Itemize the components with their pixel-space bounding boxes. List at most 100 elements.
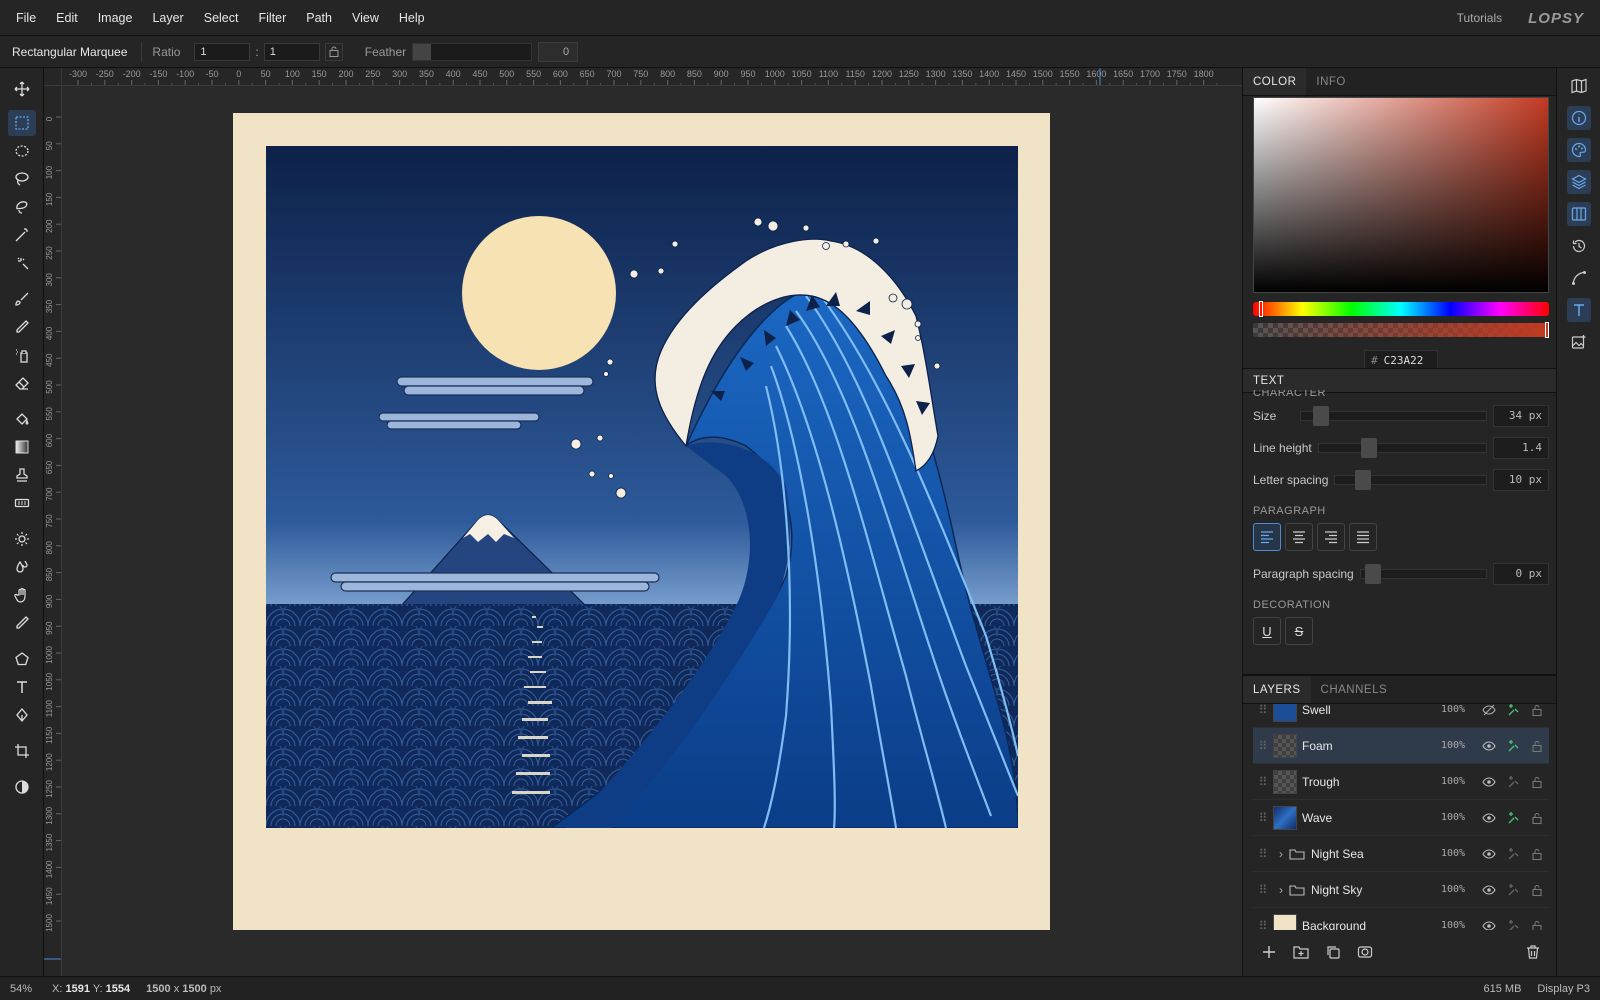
menu-edit[interactable]: Edit — [46, 0, 88, 36]
lock-toggle[interactable] — [1525, 704, 1549, 717]
brush-tool[interactable] — [8, 286, 36, 312]
feather-slider[interactable] — [412, 42, 533, 61]
underline-button[interactable]: U — [1253, 617, 1281, 645]
hex-color-input[interactable]: # C23A22 — [1364, 350, 1438, 370]
paragraph-spacing-slider-thumb[interactable] — [1364, 564, 1381, 584]
size-slider-thumb[interactable] — [1313, 406, 1330, 426]
menu-select[interactable]: Select — [194, 0, 249, 36]
canvas-viewport[interactable] — [62, 86, 1242, 976]
menu-image[interactable]: Image — [88, 0, 143, 36]
hue-slider-thumb[interactable] — [1259, 301, 1263, 317]
layer-row-wave[interactable]: ⠿ Wave 100% — [1253, 800, 1549, 836]
layer-opacity[interactable]: 100% — [1441, 920, 1477, 930]
tab-layers[interactable]: LAYERS — [1243, 676, 1311, 703]
lock-toggle[interactable] — [1525, 775, 1549, 789]
lock-toggle[interactable] — [1525, 919, 1549, 930]
feather-slider-thumb[interactable] — [413, 43, 432, 60]
effects-toggle[interactable] — [1501, 775, 1525, 789]
hand-tool[interactable] — [8, 582, 36, 608]
align-left-button[interactable] — [1253, 523, 1281, 551]
visibility-toggle[interactable] — [1477, 883, 1501, 897]
line-height-slider-thumb[interactable] — [1360, 438, 1377, 458]
eyedropper-tool[interactable] — [8, 610, 36, 636]
pen-tool[interactable] — [8, 702, 36, 728]
drag-handle-icon[interactable]: ⠿ — [1253, 739, 1273, 753]
size-slider[interactable] — [1300, 406, 1487, 426]
paths-panel-button[interactable] — [1567, 266, 1591, 290]
lock-toggle[interactable] — [1525, 883, 1549, 897]
layer-group-night-sea[interactable]: ⠿ › Night Sea 100% — [1253, 836, 1549, 872]
saturation-value-picker[interactable] — [1253, 97, 1549, 293]
layer-opacity[interactable]: 100% — [1441, 884, 1477, 895]
add-layer-button[interactable] — [1253, 938, 1285, 966]
letter-spacing-input[interactable]: 10 px — [1493, 469, 1549, 491]
navigator-panel-button[interactable] — [1567, 74, 1591, 98]
zoom-level[interactable]: 54% — [0, 983, 44, 995]
effects-toggle[interactable] — [1501, 919, 1525, 930]
layer-name[interactable]: Wave — [1302, 811, 1441, 825]
color-panel-button[interactable] — [1567, 138, 1591, 162]
alpha-slider[interactable] — [1253, 322, 1549, 338]
history-panel-button[interactable] — [1567, 234, 1591, 258]
letter-spacing-slider[interactable] — [1334, 470, 1487, 490]
menu-path[interactable]: Path — [296, 0, 342, 36]
effects-toggle[interactable] — [1501, 883, 1525, 897]
layer-row-foam[interactable]: ⠿ Foam 100% — [1253, 728, 1549, 764]
channels-panel-button[interactable] — [1567, 202, 1591, 226]
layer-row-background[interactable]: ⠿ Background 100% — [1253, 908, 1549, 930]
feather-value-input[interactable]: 0 — [538, 41, 579, 62]
menu-filter[interactable]: Filter — [248, 0, 296, 36]
layer-opacity[interactable]: 100% — [1441, 848, 1477, 859]
lock-toggle[interactable] — [1525, 739, 1549, 753]
ratio-lock-button[interactable] — [324, 42, 343, 61]
drag-handle-icon[interactable]: ⠿ — [1253, 847, 1273, 861]
hex-value[interactable]: C23A22 — [1384, 354, 1424, 367]
layer-opacity[interactable]: 100% — [1441, 704, 1477, 715]
lock-toggle[interactable] — [1525, 811, 1549, 825]
lock-toggle[interactable] — [1525, 847, 1549, 861]
paragraph-spacing-input[interactable]: 0 px — [1493, 563, 1549, 585]
tab-channels[interactable]: CHANNELS — [1311, 676, 1398, 703]
paragraph-spacing-slider[interactable] — [1359, 564, 1487, 584]
text-tool[interactable] — [8, 674, 36, 700]
layer-name[interactable]: Trough — [1302, 775, 1441, 789]
menu-help[interactable]: Help — [389, 0, 435, 36]
menu-view[interactable]: View — [342, 0, 389, 36]
move-tool[interactable] — [8, 76, 36, 102]
shape-tool[interactable] — [8, 646, 36, 672]
blur-tool[interactable] — [8, 554, 36, 580]
spray-tool[interactable] — [8, 342, 36, 368]
menu-layer[interactable]: Layer — [142, 0, 193, 36]
visibility-toggle[interactable] — [1477, 847, 1501, 861]
layers-panel-button[interactable] — [1567, 170, 1591, 194]
align-justify-button[interactable] — [1349, 523, 1377, 551]
patch-tool[interactable] — [8, 490, 36, 516]
drag-handle-icon[interactable]: ⠿ — [1253, 919, 1273, 931]
eraser-tool[interactable] — [8, 370, 36, 396]
polygonal-lasso-tool[interactable] — [8, 194, 36, 220]
effects-toggle[interactable] — [1501, 739, 1525, 753]
layer-row-swell[interactable]: ⠿ Swell 100% — [1253, 704, 1549, 728]
layer-opacity[interactable]: 100% — [1441, 776, 1477, 787]
drag-handle-icon[interactable]: ⠿ — [1253, 811, 1273, 825]
visibility-toggle[interactable] — [1477, 919, 1501, 930]
tutorials-link[interactable]: Tutorials — [1457, 11, 1503, 25]
effects-toggle[interactable] — [1501, 811, 1525, 825]
layer-name[interactable]: Swell — [1302, 704, 1441, 717]
strikethrough-button[interactable]: S — [1285, 617, 1313, 645]
lasso-tool[interactable] — [8, 166, 36, 192]
layer-opacity[interactable]: 100% — [1441, 812, 1477, 823]
tab-info[interactable]: INFO — [1306, 68, 1355, 95]
fill-tool[interactable] — [8, 406, 36, 432]
visibility-toggle[interactable] — [1477, 775, 1501, 789]
gradient-tool[interactable] — [8, 434, 36, 460]
layer-name[interactable]: Foam — [1302, 739, 1441, 753]
document-canvas[interactable] — [233, 113, 1050, 930]
line-height-slider[interactable] — [1317, 438, 1487, 458]
layer-row-trough[interactable]: ⠿ Trough 100% — [1253, 764, 1549, 800]
dodge-tool[interactable] — [8, 526, 36, 552]
layer-name[interactable]: Background — [1302, 919, 1441, 931]
delete-layer-button[interactable] — [1517, 938, 1549, 966]
duplicate-layer-button[interactable] — [1317, 938, 1349, 966]
crop-tool[interactable] — [8, 738, 36, 764]
